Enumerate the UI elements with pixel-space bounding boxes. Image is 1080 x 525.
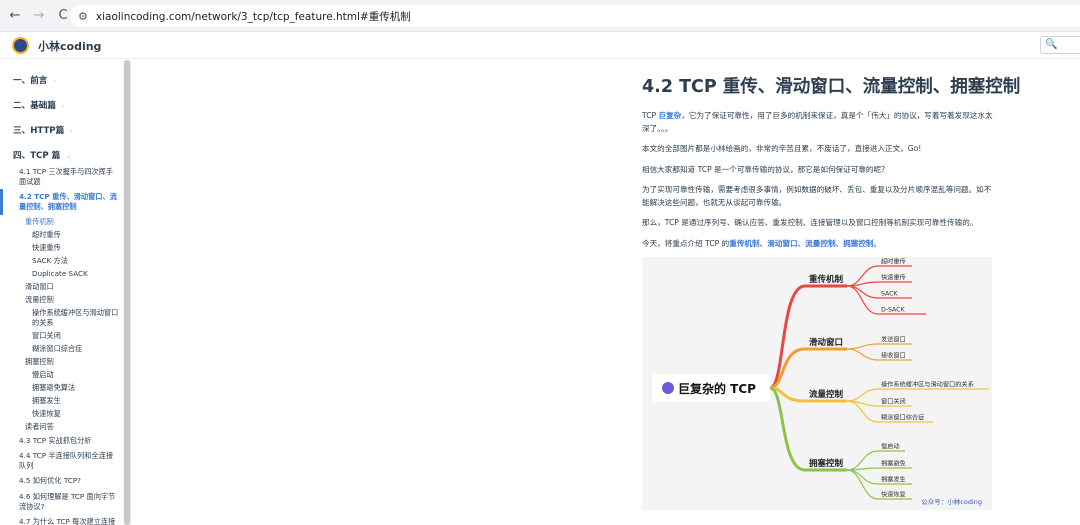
site-settings-icon[interactable]: ⚙ (78, 10, 88, 23)
sidebar-item[interactable]: 流协议? (19, 502, 44, 513)
sidebar-section-preface[interactable]: 一、前言 › (13, 74, 56, 86)
sidebar-item-active[interactable]: 量控制、拥塞控制 (19, 202, 77, 213)
sidebar-item[interactable]: 糊涂窗口综合症 (32, 344, 82, 355)
active-indicator (0, 189, 3, 215)
mindmap-leaf-label: D-SACK (881, 307, 905, 314)
chevron-right-icon: › (53, 78, 56, 85)
mindmap-root-label: 巨复杂的 TCP (678, 381, 756, 396)
sidebar-section-http[interactable]: 三、HTTP篇 › (13, 124, 73, 136)
sidebar-item[interactable]: 窗口关闭 (32, 331, 61, 342)
paragraph: 那么，TCP 是通过序列号、确认应答、重发控制、连接管理以及窗口控制等机制实现可… (642, 218, 978, 227)
search-input[interactable]: 🔍 (1040, 36, 1080, 54)
search-icon: 🔍 (1045, 39, 1058, 50)
mindmap-leaf-label: SACK (881, 291, 898, 298)
sidebar-item[interactable]: 拥塞控制 (25, 357, 54, 368)
browser-toolbar: ← → C ⚙ xiaolincoding.com/network/3_tcp/… (0, 0, 1080, 32)
sidebar-item[interactable]: 面试题 (19, 177, 41, 188)
mindmap-leaf-label: 拥塞发生 (881, 476, 906, 484)
devil-face-icon (662, 382, 674, 394)
mindmap-leaf-label: 拥塞避免 (881, 460, 906, 468)
paragraph: 今天，将重点介绍 TCP 的重传机制、滑动窗口、流量控制、拥塞控制。 (642, 239, 882, 248)
site-logo[interactable] (12, 37, 29, 54)
mindmap-leaf-label: 窗口关闭 (881, 398, 906, 406)
inline-link[interactable]: 巨复杂 (659, 111, 682, 120)
mindmap-leaf-label: 糊涂窗口综合症 (881, 414, 924, 422)
sidebar-item[interactable]: 4.5 如何优化 TCP? (19, 476, 81, 487)
address-bar[interactable]: ⚙ xiaolincoding.com/network/3_tcp/tcp_fe… (70, 5, 1080, 27)
sidebar-item-active[interactable]: 4.2 TCP 重传、滑动窗口、流 (19, 192, 117, 203)
mindmap-leaf-label: 快速恢复 (881, 491, 906, 499)
sidebar-item[interactable]: 读者问答 (25, 422, 54, 433)
sidebar: 一、前言 › 二、基础篇 › 三、HTTP篇 › 四、TCP 篇 ⌄ 4.1 TCP 三… (0, 60, 131, 525)
sidebar-item[interactable]: 4.3 TCP 实战抓包分析 (19, 436, 91, 447)
mindmap-leaf-label: 发送窗口 (881, 336, 906, 344)
paragraph: TCP 巨复杂，它为了保证可靠性，用了巨多的机制来保证，真是个「伟大」的协议，写… (642, 111, 993, 133)
sidebar-item[interactable]: 拥塞避免算法 (32, 383, 75, 394)
mindmap-leaf-label: 超时重传 (881, 258, 906, 266)
sidebar-item[interactable]: 快速重传 (32, 243, 61, 254)
site-header: 小林coding 🔍 (0, 32, 1080, 59)
sidebar-item[interactable]: SACK 方法 (32, 256, 68, 267)
mindmap-watermark: 公众号：小林coding (921, 497, 982, 506)
mindmap-leaf-label: 接收窗口 (881, 352, 906, 360)
mindmap-branch-label: 流量控制 (809, 389, 844, 400)
paragraph: 为了实现可靠性传输，需要考虑很多事情，例如数据的破坏、丢包、重复以及分片顺序混乱… (642, 185, 992, 207)
mindmap-branch-label: 重传机制 (809, 274, 844, 285)
mindmap-figure: 重传机制 超时重传快速重传 SACK D-SACK 滑动窗口 发送窗口接收窗口流量控制 操作… (642, 257, 992, 510)
site-name[interactable]: 小林coding (38, 38, 101, 54)
chevron-down-icon: ⌄ (66, 153, 72, 160)
sidebar-item[interactable]: 队列 (19, 461, 33, 472)
mindmap-leaf-label: 操作系统缓冲区与滑动窗口的关系 (881, 381, 974, 389)
mindmap-leaf-line (846, 343, 912, 350)
sidebar-item[interactable]: 4.1 TCP 三次握手与四次挥手 (19, 167, 113, 178)
forward-icon[interactable]: → (30, 7, 48, 25)
sidebar-item[interactable]: 滑动窗口 (25, 282, 54, 293)
sidebar-scrollbar-thumb[interactable] (124, 60, 130, 525)
sidebar-item[interactable]: 拥塞发生 (32, 396, 61, 407)
mindmap-branch-label: 滑动窗口 (809, 337, 843, 348)
sidebar-item[interactable]: 快速恢复 (32, 409, 61, 420)
mindmap-leaf-label: 快速重传 (881, 274, 906, 282)
mindmap-svg: 重传机制 超时重传快速重传 SACK D-SACK 滑动窗口 发送窗口接收窗口流量控制 操作… (652, 258, 989, 506)
sidebar-item[interactable]: 4.6 如何理解是 TCP 面向字节 (19, 492, 115, 503)
sidebar-item[interactable]: Duplicate SACK (32, 269, 88, 280)
mindmap-leaf-line (846, 467, 912, 471)
page-title: 4.2 TCP 重传、滑动窗口、流量控制、拥塞控制 (642, 77, 1021, 97)
sidebar-item[interactable]: 4.7 为什么 TCP 每次建立连接 (19, 517, 115, 525)
sidebar-item[interactable]: 4.4 TCP 半连接队列和全连接 (19, 451, 113, 462)
sidebar-item[interactable]: 重传机制 (25, 217, 54, 228)
sidebar-section-tcp[interactable]: 四、TCP 篇 ⌄ (13, 149, 71, 161)
mindmap-leaf-line (846, 388, 989, 402)
back-icon[interactable]: ← (6, 7, 24, 25)
mindmap-branch-label: 拥塞控制 (809, 458, 844, 469)
sidebar-item[interactable]: 的关系 (32, 318, 54, 329)
mindmap-leaf-label: 慢启动 (881, 443, 900, 451)
sidebar-section-basics[interactable]: 二、基础篇 › (13, 99, 64, 111)
sidebar-item[interactable]: 操作系统缓冲区与滑动窗口 (32, 308, 118, 319)
url-text: xiaolincoding.com/network/3_tcp/tcp_feat… (95, 10, 411, 23)
chevron-right-icon: › (70, 128, 73, 135)
sidebar-item[interactable]: 超时重传 (32, 230, 61, 241)
inline-link: 重传机制、滑动窗口、流量控制、拥塞控制 (729, 239, 874, 248)
paragraph: 本文的全部图片都是小林绘画的，非常的辛苦且累，不废话了，直接进入正文，Go! (642, 144, 922, 153)
sidebar-item[interactable]: 流量控制 (25, 295, 54, 306)
sidebar-item[interactable]: 慢启动 (32, 370, 54, 381)
paragraph: 相信大家都知道 TCP 是一个可靠传输的协议，那它是如何保证可靠的呢? (642, 165, 886, 174)
chevron-right-icon: › (61, 103, 65, 110)
